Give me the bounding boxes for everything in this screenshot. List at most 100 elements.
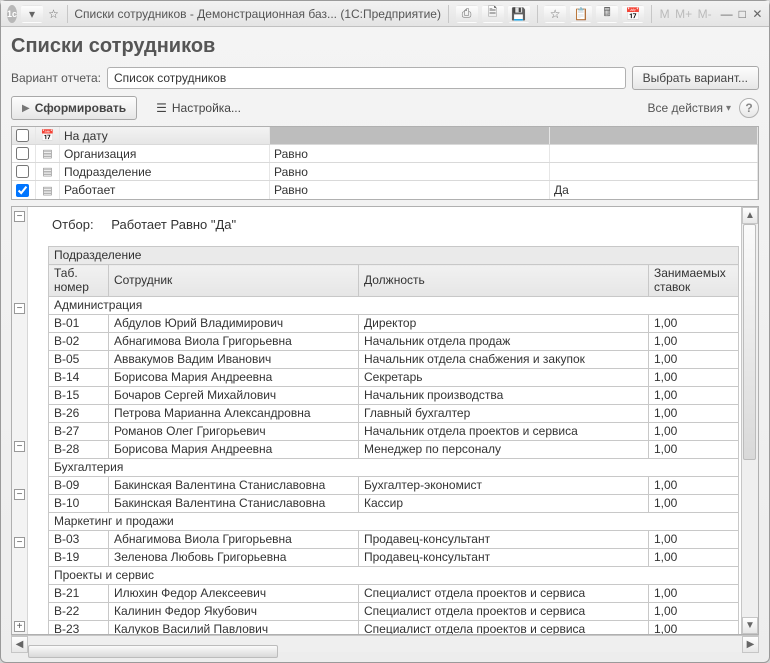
scroll-right-icon[interactable]: ▶ (742, 636, 759, 653)
close-button[interactable]: ✕ (752, 5, 763, 23)
filter-header-label: На дату (60, 127, 270, 144)
employee-row[interactable]: В-28Борисова Мария АндреевнаМенеджер по … (49, 441, 739, 459)
outline-gutter[interactable]: − − − − − + (12, 207, 28, 634)
cell-rate: 1,00 (649, 477, 739, 495)
cell-employee: Романов Олег Григорьевич (109, 423, 359, 441)
cell-position: Бухгалтер-экономист (359, 477, 649, 495)
memory-mminus-icon[interactable]: M- (697, 5, 713, 23)
cell-employee: Калуков Василий Павлович (109, 621, 359, 635)
star-icon[interactable]: ☆ (47, 5, 60, 23)
selection-label: Отбор: (52, 217, 94, 232)
cell-tab: В-21 (49, 585, 109, 603)
settings-label: Настройка... (172, 101, 241, 115)
expand-icon[interactable]: + (14, 621, 25, 632)
filter-condition: Равно (270, 181, 550, 199)
filter-grid: 📅 На дату ▤ОрганизацияРавно▤Подразделени… (11, 126, 759, 200)
cell-rate: 1,00 (649, 603, 739, 621)
calculator-icon[interactable]: 🖩 (596, 5, 618, 23)
cell-position: Менеджер по персоналу (359, 441, 649, 459)
filter-checkbox[interactable] (12, 181, 36, 199)
content-area: Списки сотрудников Вариант отчета: Списо… (1, 27, 769, 662)
cell-rate: 1,00 (649, 333, 739, 351)
toolbar: ▶ Сформировать ☰ Настройка... Все действ… (11, 96, 759, 120)
col-employee[interactable]: Сотрудник (109, 265, 359, 297)
col-rate[interactable]: Занимаемых ставок (649, 265, 739, 297)
scroll-thumb[interactable] (28, 645, 278, 658)
save-icon[interactable]: 💾 (508, 5, 530, 23)
department-name: Проекты и сервис (49, 567, 739, 585)
cell-rate: 1,00 (649, 423, 739, 441)
favorite-icon[interactable]: ☆ (544, 5, 566, 23)
separator (448, 5, 449, 23)
chevron-down-icon: ▾ (726, 103, 731, 114)
cell-position: Главный бухгалтер (359, 405, 649, 423)
print-icon[interactable]: ⎙ (456, 5, 478, 23)
employee-row[interactable]: В-26Петрова Марианна АлександровнаГлавны… (49, 405, 739, 423)
scroll-left-icon[interactable]: ◀ (11, 636, 28, 653)
cell-employee: Петрова Марианна Александровна (109, 405, 359, 423)
cell-employee: Бочаров Сергей Михайлович (109, 387, 359, 405)
maximize-button[interactable]: □ (737, 5, 748, 23)
scroll-down-icon[interactable]: ▼ (742, 617, 758, 634)
employee-row[interactable]: В-01Абдулов Юрий ВладимировичДиректор1,0… (49, 315, 739, 333)
col-tab[interactable]: Таб. номер (49, 265, 109, 297)
cell-rate: 1,00 (649, 549, 739, 567)
department-row[interactable]: Маркетинг и продажи (49, 513, 739, 531)
scroll-track[interactable] (742, 224, 758, 617)
employee-row[interactable]: В-03Абнагимова Виола ГригорьевнаПродавец… (49, 531, 739, 549)
filter-checkbox[interactable] (12, 145, 36, 162)
employee-row[interactable]: В-23Калуков Василий ПавловичСпециалист о… (49, 621, 739, 635)
cell-tab: В-22 (49, 603, 109, 621)
settings-button[interactable]: ☰ Настройка... (145, 96, 252, 120)
employee-row[interactable]: В-22Калинин Федор ЯкубовичСпециалист отд… (49, 603, 739, 621)
col-position[interactable]: Должность (359, 265, 649, 297)
minimize-button[interactable]: — (721, 5, 733, 23)
collapse-icon[interactable]: − (14, 537, 25, 548)
employee-row[interactable]: В-15Бочаров Сергей МихайловичНачальник п… (49, 387, 739, 405)
cell-rate: 1,00 (649, 369, 739, 387)
vertical-scrollbar[interactable]: ▲ ▼ (741, 207, 758, 634)
variant-input[interactable]: Список сотрудников (107, 67, 626, 89)
filter-field-name: Организация (60, 145, 270, 162)
collapse-icon[interactable]: − (14, 441, 25, 452)
scroll-thumb[interactable] (743, 224, 756, 460)
memory-mplus-icon[interactable]: M+ (675, 5, 693, 23)
department-name: Администрация (49, 297, 739, 315)
choose-variant-button[interactable]: Выбрать вариант... (632, 66, 759, 90)
help-button[interactable]: ? (739, 98, 759, 118)
department-row[interactable]: Администрация (49, 297, 739, 315)
cell-employee: Абдулов Юрий Владимирович (109, 315, 359, 333)
separator (537, 5, 538, 23)
cell-tab: В-19 (49, 549, 109, 567)
filter-field-icon: ▤ (36, 163, 60, 180)
memory-m-icon[interactable]: M (659, 5, 671, 23)
employee-row[interactable]: В-14Борисова Мария АндреевнаСекретарь1,0… (49, 369, 739, 387)
employee-row[interactable]: В-10Бакинская Валентина СтаниславовнаКас… (49, 495, 739, 513)
dropdown-icon[interactable]: ▾ (21, 5, 43, 23)
filter-row[interactable]: ▤ОрганизацияРавно (12, 145, 758, 163)
department-row[interactable]: Проекты и сервис (49, 567, 739, 585)
calendar-icon[interactable]: 📅 (622, 5, 644, 23)
employee-row[interactable]: В-27Романов Олег ГригорьевичНачальник от… (49, 423, 739, 441)
clipboard-icon[interactable]: 📋 (570, 5, 592, 23)
generate-button[interactable]: ▶ Сформировать (11, 96, 137, 120)
employee-row[interactable]: В-05Аввакумов Вадим ИвановичНачальник от… (49, 351, 739, 369)
filter-row[interactable]: ▤РаботаетРавноДа (12, 181, 758, 199)
all-actions-dropdown[interactable]: Все действия ▾ (648, 101, 732, 115)
filter-checkbox[interactable] (12, 163, 36, 180)
collapse-icon[interactable]: − (14, 303, 25, 314)
collapse-icon[interactable]: − (14, 211, 25, 222)
employee-row[interactable]: В-21Илюхин Федор АлексеевичСпециалист от… (49, 585, 739, 603)
filter-row[interactable]: ▤ПодразделениеРавно (12, 163, 758, 181)
scroll-up-icon[interactable]: ▲ (742, 207, 758, 224)
preview-icon[interactable]: 🗎 (482, 5, 504, 23)
report-body[interactable]: Отбор: Работает Равно "Да" Подразделение… (28, 207, 741, 634)
cell-position: Начальник отдела проектов и сервиса (359, 423, 649, 441)
employee-row[interactable]: В-19Зеленова Любовь ГригорьевнаПродавец-… (49, 549, 739, 567)
employee-row[interactable]: В-02Абнагимова Виола ГригорьевнаНачальни… (49, 333, 739, 351)
filter-header-checkbox-cell[interactable] (12, 127, 36, 144)
department-row[interactable]: Бухгалтерия (49, 459, 739, 477)
horizontal-scrollbar[interactable]: ◀ ▶ (11, 635, 759, 652)
collapse-icon[interactable]: − (14, 489, 25, 500)
employee-row[interactable]: В-09Бакинская Валентина СтаниславовнаБух… (49, 477, 739, 495)
